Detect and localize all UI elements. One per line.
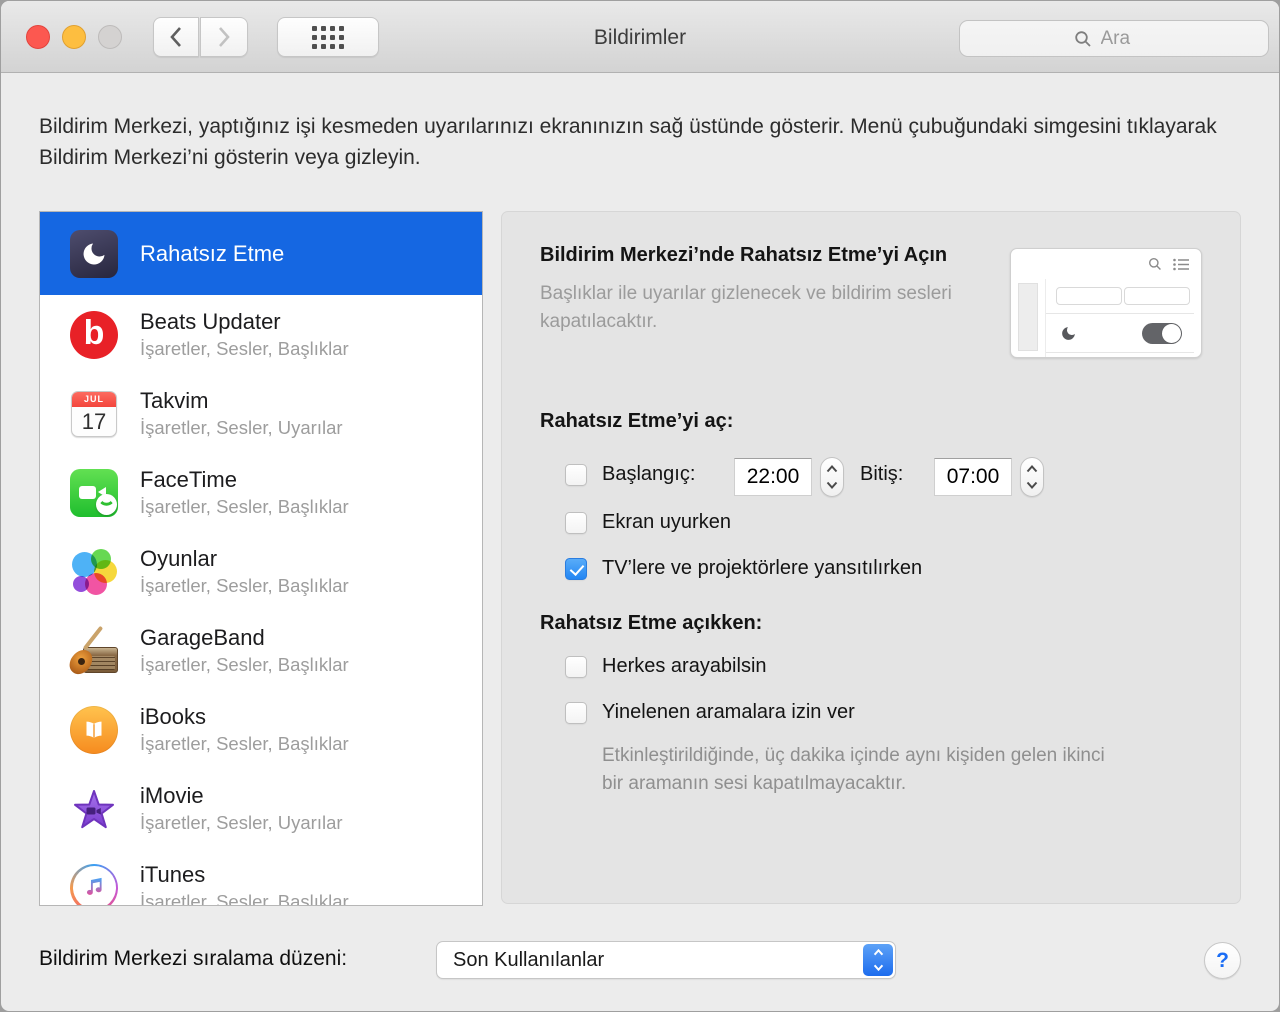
- everyone-call-label: Herkes arayabilsin: [602, 655, 767, 677]
- imovie-icon: [74, 789, 114, 828]
- end-label: Bitiş:: [860, 463, 904, 485]
- list-item-oyunlar[interactable]: Oyunlar İşaretler, Sesler, Başlıklar: [40, 532, 482, 611]
- sort-order-label: Bildirim Merkezi sıralama düzeni:: [39, 947, 348, 970]
- list-item-label: Takvim: [140, 388, 209, 413]
- list-item-details: İşaretler, Sesler, Uyarılar: [140, 417, 343, 438]
- list-item-details: İşaretler, Sesler, Başlıklar: [140, 654, 349, 675]
- list-item-beats-updater[interactable]: b Beats Updater İşaretler, Sesler, Başlı…: [40, 295, 482, 374]
- list-item-details: İşaretler, Sesler, Başlıklar: [140, 496, 349, 517]
- moon-icon: [1062, 326, 1075, 340]
- start-label: Başlangıç:: [602, 463, 696, 485]
- intro-text: Bildirim Merkezi, yaptığınız işi kesmede…: [39, 115, 1217, 169]
- chevron-up-icon: [1026, 465, 1038, 473]
- list-item-ibooks[interactable]: iBooks İşaretler, Sesler, Başlıklar: [40, 690, 482, 769]
- garageband-icon: [65, 625, 118, 678]
- repeated-calls-note: Etkinleştirildiğinde, üç dakika içinde a…: [602, 745, 1105, 794]
- end-time-input[interactable]: [934, 458, 1012, 496]
- game-center-icon: [70, 548, 118, 596]
- list-item-details: İşaretler, Sesler, Uyarılar: [140, 812, 343, 833]
- start-time-input[interactable]: [734, 458, 812, 496]
- sort-order-value: Son Kullanılanlar: [453, 948, 605, 971]
- toggle-on: [1142, 322, 1182, 344]
- list-item-details: İşaretler, Sesler, Başlıklar: [140, 891, 349, 906]
- chevron-up-icon: [826, 465, 838, 473]
- preview-main: [1045, 279, 1194, 357]
- repeated-calls-label: Yinelenen aramalara izin ver: [602, 701, 855, 723]
- titlebar: Bildirimler: [1, 1, 1279, 73]
- list-item-garageband[interactable]: GarageBand İşaretler, Sesler, Başlıklar: [40, 611, 482, 690]
- list-item-takvim[interactable]: JUL 17 Takvim İşaretler, Sesler, Uyarıla…: [40, 374, 482, 453]
- moon-icon: [70, 229, 118, 278]
- list-icon: [1173, 258, 1189, 270]
- tv-mirroring-checkbox[interactable]: [565, 558, 587, 580]
- ibooks-icon: [70, 705, 118, 754]
- preferences-window: Bildirimler Bildirim Merkezi, yaptığınız…: [0, 0, 1280, 1012]
- list-item-label: GarageBand: [140, 625, 265, 650]
- list-item-label: iBooks: [140, 704, 207, 729]
- panel-heading: Bildirim Merkezi’nde Rahatsız Etme’yi Aç…: [540, 244, 948, 266]
- list-item-facetime[interactable]: FaceTime İşaretler, Sesler, Başlıklar: [40, 453, 482, 532]
- tv-mirroring-label: TV’lere ve projektörlere yansıtılırken: [602, 557, 923, 579]
- itunes-icon: [70, 863, 118, 905]
- list-item-imovie[interactable]: iMovie İşaretler, Sesler, Uyarılar: [40, 769, 482, 848]
- list-item-details: İşaretler, Sesler, Başlıklar: [140, 575, 349, 596]
- list-item-label: Beats Updater: [140, 309, 281, 334]
- list-item-do-not-disturb[interactable]: Rahatsız Etme: [40, 212, 482, 295]
- when-on-heading: Rahatsız Etme açıkken:: [540, 612, 763, 634]
- schedule-heading: Rahatsız Etme’yi aç:: [540, 410, 734, 432]
- list-item-itunes[interactable]: iTunes İşaretler, Sesler, Başlıklar: [40, 848, 482, 906]
- list-item-details: İşaretler, Sesler, Başlıklar: [140, 733, 349, 754]
- chevron-down-icon: [1026, 481, 1038, 489]
- start-checkbox[interactable]: [565, 464, 587, 486]
- list-item-label: Rahatsız Etme: [140, 241, 285, 266]
- search-icon: [1074, 30, 1091, 47]
- end-time-stepper[interactable]: [1020, 457, 1044, 497]
- app-list: Rahatsız Etme b Beats Updater İşaretler,…: [39, 211, 483, 906]
- help-button[interactable]: ?: [1204, 942, 1241, 979]
- beats-icon: b: [70, 310, 118, 359]
- search-icon: [1149, 258, 1161, 270]
- start-time-stepper[interactable]: [820, 457, 844, 497]
- facetime-icon: [70, 468, 118, 517]
- panel-subtext: Başlıklar ile uyarılar gizlenecek ve bil…: [540, 283, 952, 332]
- repeated-calls-checkbox[interactable]: [565, 702, 587, 724]
- list-item-label: iMovie: [140, 783, 204, 808]
- calendar-icon: JUL 17: [71, 390, 117, 437]
- everyone-call-checkbox[interactable]: [565, 656, 587, 678]
- sort-order-dropdown[interactable]: Son Kullanılanlar: [436, 941, 896, 979]
- screen-sleep-label: Ekran uyurken: [602, 511, 731, 533]
- chevron-down-icon: [826, 481, 838, 489]
- dropdown-arrows-icon: [863, 944, 893, 976]
- list-item-label: Oyunlar: [140, 546, 218, 571]
- list-item-details: İşaretler, Sesler, Başlıklar: [140, 338, 349, 359]
- list-item-label: iTunes: [140, 862, 206, 887]
- notification-center-preview: [1010, 248, 1202, 358]
- preview-sidebar: [1018, 283, 1038, 351]
- screen-sleep-checkbox[interactable]: [565, 512, 587, 534]
- search-input[interactable]: [1098, 26, 1155, 51]
- search-field[interactable]: [959, 20, 1269, 57]
- list-item-label: FaceTime: [140, 467, 237, 492]
- do-not-disturb-panel: Bildirim Merkezi’nde Rahatsız Etme’yi Aç…: [501, 211, 1241, 904]
